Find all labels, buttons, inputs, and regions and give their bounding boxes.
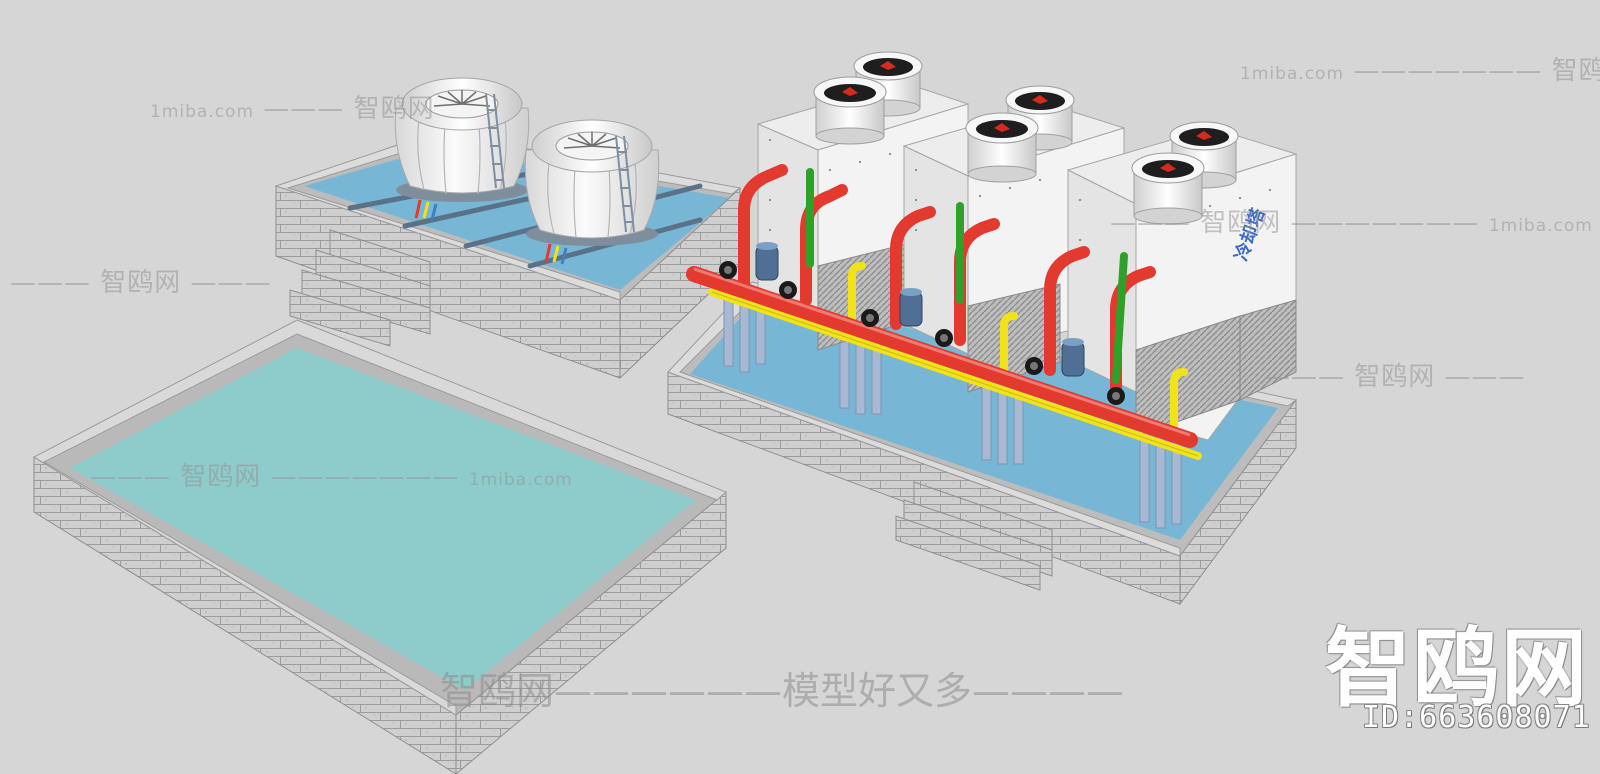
round-cooling-tower-2 bbox=[524, 119, 660, 265]
fan-stack bbox=[965, 112, 1039, 183]
fan-stack bbox=[813, 76, 887, 145]
corner-id-watermark: ID:663608071 bbox=[1362, 700, 1591, 735]
fan-stack bbox=[1131, 152, 1205, 225]
large-pool bbox=[32, 319, 727, 774]
tower-grille bbox=[1239, 299, 1297, 401]
